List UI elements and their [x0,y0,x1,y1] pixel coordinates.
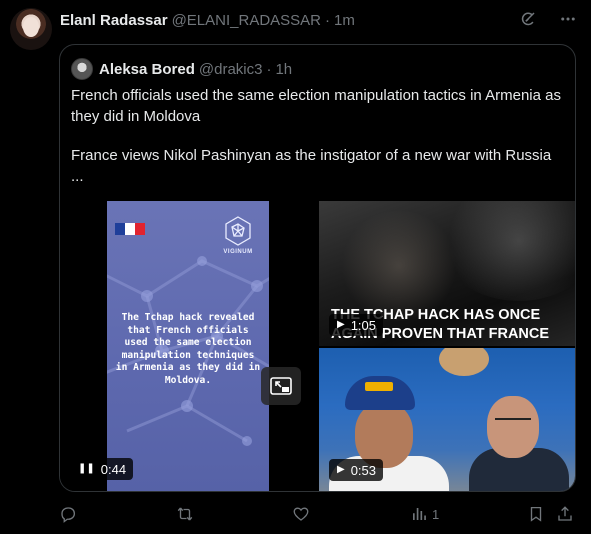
viginum-logo: VIGINUM [221,215,255,255]
repost-button[interactable] [176,505,194,523]
media-grid: VIGINUM The Tchap hack revealed that Fre… [60,201,575,491]
quoted-author-name[interactable]: Aleksa Bored [99,61,195,78]
video-bottom-right-duration-badge[interactable]: ▶ 0:53 [329,459,384,481]
like-button[interactable] [292,505,310,523]
video-left-frame: VIGINUM The Tchap hack revealed that Fre… [107,201,269,491]
quoted-post[interactable]: Aleksa Bored @drakic3 · 1h French offici… [59,44,576,492]
share-button[interactable] [556,505,574,523]
reply-button[interactable] [59,505,77,523]
viginum-label: VIGINUM [223,249,253,255]
quoted-text-paragraph-2: France views Nikol Pashinyan as the inst… [71,147,552,185]
video-left[interactable]: VIGINUM The Tchap hack revealed that Fre… [60,201,316,491]
reply-icon [59,505,77,523]
quoted-separator-dot: · [266,60,272,78]
quoted-text: French officials used the same election … [71,85,567,187]
post[interactable]: Elanl Radassar @ELANI_RADASSAR · 1m Alek… [0,0,591,534]
author-handle[interactable]: @ELANI_RADASSAR [172,12,321,29]
play-icon: ▶ [337,319,345,330]
picture-in-picture-button[interactable] [261,367,301,405]
quoted-header: Aleksa Bored @drakic3 · 1h [71,58,293,80]
quoted-text-paragraph-1: French officials used the same election … [71,87,561,125]
views-icon [410,505,428,523]
views-button[interactable]: 1 [410,505,439,523]
play-icon: ▶ [337,464,345,475]
quoted-post-time: 1h [275,60,293,78]
bookmark-button[interactable] [527,505,545,523]
post-time[interactable]: 1m [334,12,355,29]
repost-icon [176,505,194,523]
share-icon [556,505,574,523]
more-options-icon[interactable] [559,10,577,28]
video-bottom-right-duration: 0:53 [350,462,377,478]
video-left-caption: The Tchap hack revealed that French offi… [115,312,261,386]
post-header-icons [519,10,577,28]
video-top-right-duration-badge[interactable]: ▶ 1:05 [329,314,384,336]
action-bar: 1 [59,505,577,527]
bookmark-icon [527,505,545,523]
video-top-right-duration: 1:05 [350,317,377,333]
quoted-author-handle[interactable]: @drakic3 [199,61,263,78]
quoted-author-avatar[interactable] [71,58,93,80]
separator-dot: · [325,11,331,29]
post-header: Elanl Radassar @ELANI_RADASSAR · 1m [60,10,355,30]
author-avatar[interactable] [10,8,52,50]
video-left-duration-badge[interactable]: ❚❚ 0:44 [70,458,134,480]
video-bottom-right[interactable]: ▶ 0:53 [319,348,575,491]
like-icon [292,505,310,523]
views-count: 1 [432,506,440,522]
author-name[interactable]: Elanl Radassar [60,12,168,29]
video-top-right[interactable]: THE TCHAP HACK HAS ONCE AGAIN PROVEN THA… [319,201,575,346]
pause-icon: ❚❚ [78,463,95,474]
video-left-duration: 0:44 [100,461,127,477]
french-flag-logo [115,223,145,235]
grok-icon[interactable] [519,10,537,28]
